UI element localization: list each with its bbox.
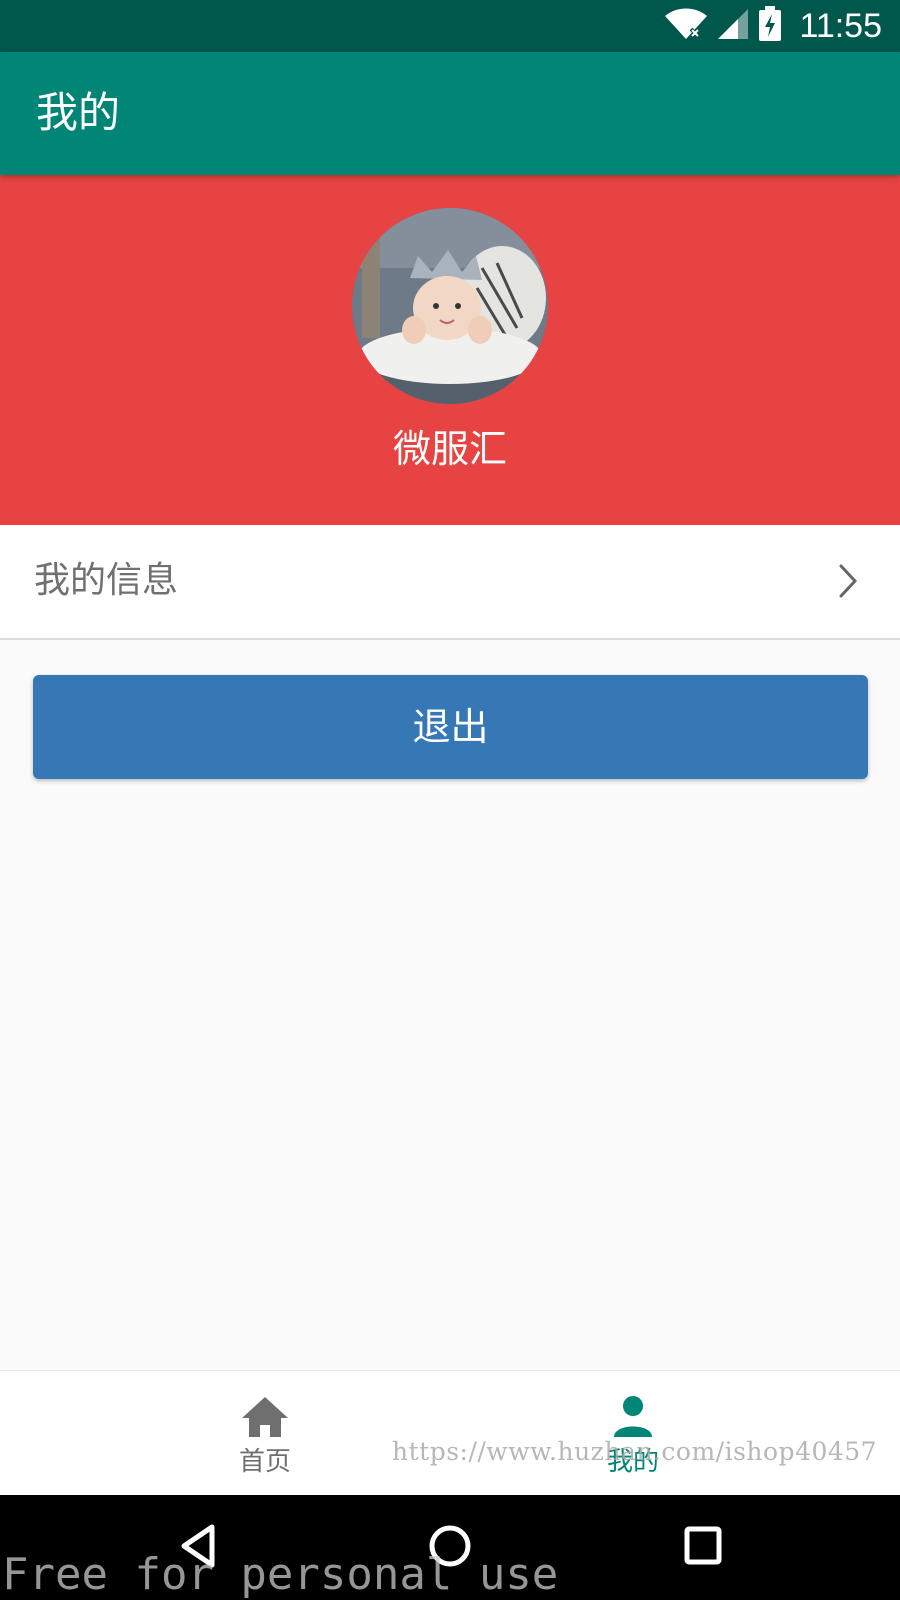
nav-label-home: 首页 xyxy=(238,1447,291,1477)
wifi-icon xyxy=(664,7,708,45)
recents-icon[interactable] xyxy=(683,1523,723,1573)
bottom-navigation: 首页 我的 xyxy=(0,1370,900,1496)
battery-charging-icon xyxy=(758,6,782,46)
nav-item-home[interactable]: 首页 xyxy=(165,1371,365,1496)
username: 微服汇 xyxy=(392,427,507,471)
watermark-free: Free for personal use xyxy=(2,1549,559,1600)
cellular-signal-icon xyxy=(716,7,750,45)
page-title: 我的 xyxy=(36,88,121,137)
status-time: 11:55 xyxy=(799,7,882,45)
status-icons xyxy=(664,6,782,46)
chevron-right-icon xyxy=(838,563,858,603)
app-bar: 我的 xyxy=(0,52,900,175)
status-bar: 11:55 xyxy=(0,0,900,52)
my-info-label: 我的信息 xyxy=(34,560,179,601)
watermark-url: https://www.huzhan.com/ishop40457 xyxy=(392,1437,878,1466)
home-icon xyxy=(238,1393,292,1443)
logout-button[interactable]: 退出 xyxy=(33,675,868,779)
avatar[interactable] xyxy=(352,208,548,404)
my-info-row[interactable]: 我的信息 xyxy=(0,525,900,640)
nav-item-mine[interactable]: 我的 xyxy=(533,1371,733,1496)
profile-header: 微服汇 xyxy=(0,175,900,525)
